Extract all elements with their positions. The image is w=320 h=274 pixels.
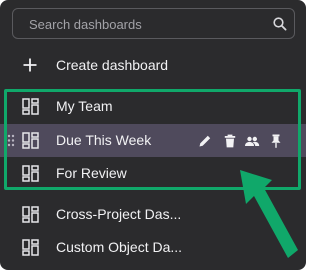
create-dashboard-button[interactable]: Create dashboard (0, 49, 306, 82)
delete-icon[interactable] (222, 133, 238, 149)
dashboard-item-cross-project[interactable]: Cross-Project Das... (0, 198, 306, 231)
edit-icon[interactable] (197, 133, 213, 149)
dashboard-item-label: My Team (56, 98, 113, 114)
search-icon[interactable] (272, 16, 288, 32)
search-input[interactable]: Search dashboards (12, 8, 295, 39)
dashboard-item-for-review[interactable]: For Review (0, 157, 306, 190)
share-icon[interactable] (244, 133, 260, 149)
dashboard-icon (22, 206, 39, 223)
search-placeholder: Search dashboards (29, 17, 142, 32)
dashboard-item-label: Cross-Project Das... (56, 206, 182, 222)
dashboard-item-custom-object[interactable]: Custom Object Da... (0, 231, 306, 264)
dashboard-icon (22, 98, 39, 115)
dashboard-item-label: For Review (56, 165, 127, 181)
dashboard-icon (22, 132, 39, 149)
dashboard-item-my-team[interactable]: My Team (0, 90, 306, 123)
create-dashboard-label: Create dashboard (56, 57, 169, 73)
dashboard-icon (22, 165, 39, 182)
dashboard-icon (22, 239, 39, 256)
drag-handle-icon[interactable] (7, 134, 15, 147)
dashboard-menu: Search dashboards Create dashboard My Te… (0, 0, 306, 270)
dashboard-item-due-this-week[interactable]: Due This Week (0, 124, 306, 157)
pin-icon[interactable] (268, 133, 284, 149)
dashboard-item-label: Custom Object Da... (56, 239, 183, 255)
plus-icon (23, 58, 37, 72)
dashboard-item-label: Due This Week (56, 132, 152, 148)
